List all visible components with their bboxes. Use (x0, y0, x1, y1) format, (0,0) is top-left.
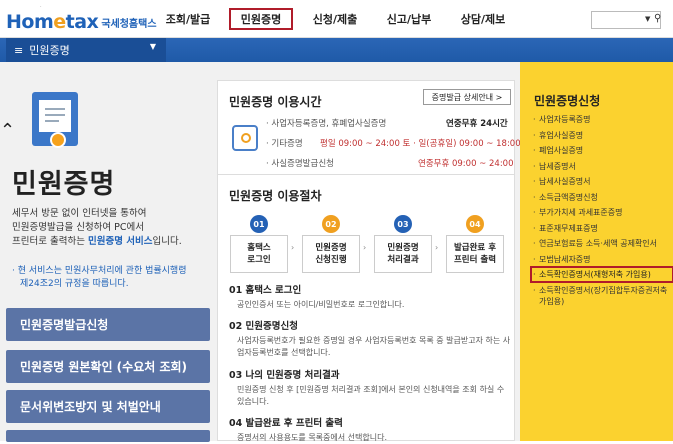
list-item-highlighted[interactable]: 소득확인증명서(재형저축 가입용) (530, 266, 673, 283)
hours-row-2-value: 평일 09:00 ~ 24:00 토 · 일(공휴일) 09:00 ~ 18:0… (320, 139, 521, 149)
list-item[interactable]: 연금보험료등 소득·세액 공제확인서 (533, 238, 671, 249)
procedure-section-4: 04 발급완료 후 프린터 출력 증명서의 사용용도를 목록중에서 선택합니다. (229, 418, 388, 442)
list-item[interactable]: 사업자등록증명 (533, 114, 671, 125)
menu-report-pay[interactable]: 신고/납부 (377, 8, 441, 30)
hours-card: 민원증명 이용시간 증명발급 상세안내 > · 사업자등록증명, 휴폐업사실증명… (217, 80, 521, 176)
breadcrumb-dropdown[interactable]: ≡ 민원증명 ▼ (6, 38, 166, 62)
left-panel: ⌃ 민원증명 세무서 방문 없이 인터넷을 통하여 민원증명발급을 신청하여 P… (0, 62, 212, 442)
hours-row-1-value: 연중무휴 24시간 (446, 119, 508, 129)
hours-row-2-label: · 기타증명 (266, 139, 303, 149)
procedure-title: 민원증명 이용절차 (229, 189, 322, 203)
forgery-prevention-button[interactable]: 문서위변조방지 및 처벌안내 (6, 390, 210, 423)
center-panel: 민원증명 이용시간 증명발급 상세안내 > · 사업자등록증명, 휴폐업사실증명… (212, 62, 521, 442)
certificate-apply-panel: 민원증명신청 사업자등록증명 휴업사실증명 폐업사실증명 납세증명서 납세사실증… (520, 62, 673, 441)
list-item[interactable]: 폐업사실증명 (533, 145, 671, 156)
arrow-right-icon: › (291, 243, 295, 252)
left-menu-item-partial[interactable] (6, 430, 210, 442)
arrow-right-icon: › (435, 243, 439, 252)
search-box[interactable]: ▼ ⚲ (591, 11, 661, 29)
top-header: · Hometax 국세청홈택스 조회/발급 민원증명 신청/제출 신고/납부 … (0, 0, 673, 38)
procedure-card: 민원증명 이용절차 01 홈택스 로그인 › 02 민원증명 신청진행 › 03… (217, 174, 516, 442)
step-4: 04 발급완료 후 프린터 출력 (446, 215, 504, 273)
step-3: 03 민원증명 처리결과 (374, 215, 432, 273)
list-item[interactable]: 표준재무제표증명 (533, 223, 671, 234)
hours-row-3-label: · 사실증명발급신청 (266, 159, 334, 169)
procedure-section-3: 03 나의 민원증명 처리결과 민원증명 신청 후 [민원증명 처리결과 조회]… (229, 370, 505, 406)
hours-title: 민원증명 이용시간 (229, 95, 322, 109)
logo-brand: Hometax (6, 11, 99, 33)
page-title: 민원증명 (12, 169, 116, 200)
procedure-section-1: 01 홈택스 로그인 공인인증서 또는 아이디/비밀번호로 로그인합니다. (229, 285, 405, 309)
breadcrumb-label: 민원증명 (29, 44, 70, 57)
arrow-right-icon: › (363, 243, 367, 252)
chevron-down-icon[interactable]: ▼ (645, 15, 650, 23)
menu-civil-certificate[interactable]: 민원증명 (229, 8, 293, 30)
list-item[interactable]: 납세사실증명서 (533, 176, 671, 187)
logo-tagline-mark: · (40, 4, 42, 10)
menu-lines-icon: ≡ (14, 43, 24, 57)
certificate-document-icon (32, 92, 78, 148)
menu-consult-report[interactable]: 상담/제보 (452, 8, 514, 30)
issue-detail-button[interactable]: 증명발급 상세안내 > (423, 89, 511, 105)
procedure-steps: 01 홈택스 로그인 › 02 민원증명 신청진행 › 03 민원증명 처리결과… (226, 215, 516, 275)
search-icon[interactable]: ⚲ (654, 13, 661, 24)
procedure-section-2: 02 민원증명신청 사업자등록번호가 필요한 증명일 경우 사업자등록번호 목록… (229, 321, 511, 357)
certificate-issue-apply-button[interactable]: 민원증명발급신청 (6, 308, 210, 341)
list-item[interactable]: 납세증명서 (533, 161, 671, 172)
certificate-list: 사업자등록증명 휴업사실증명 폐업사실증명 납세증명서 납세사실증명서 소득금액… (530, 114, 673, 311)
hours-row-3-value: 연중무휴 09:00 ~ 24:00 (418, 159, 514, 169)
step-1: 01 홈택스 로그인 (230, 215, 288, 273)
hours-row-1-label: · 사업자등록증명, 휴폐업사실증명 (266, 119, 387, 129)
list-item[interactable]: 소득금액증명신청 (533, 192, 671, 203)
mouse-pointer-icon: ⌃ (0, 120, 16, 141)
service-description: 세무서 방문 없이 인터넷을 통하여 민원증명발급을 신청하여 PC에서 프린터… (12, 208, 182, 247)
list-item[interactable]: 부가가치세 과세표준증명 (533, 207, 671, 218)
nav-bar: ≡ 민원증명 ▼ (0, 38, 673, 62)
menu-inquiry-issue[interactable]: 조회/발급 (158, 8, 218, 30)
clock-icon (232, 125, 258, 151)
list-item[interactable]: 모범납세자증명 (533, 254, 671, 265)
menu-apply-submit[interactable]: 신청/제출 (303, 8, 367, 30)
list-item[interactable]: 소득확인증명서(장기집합투자증권저축가입용) (533, 285, 671, 307)
logo-korean-name: 국세청홈택스 (101, 19, 157, 30)
step-2: 02 민원증명 신청진행 (302, 215, 360, 273)
hometax-logo[interactable]: · Hometax 국세청홈택스 (6, 4, 157, 33)
certificate-original-check-button[interactable]: 민원증명 원본확인 (수요처 조회) (6, 350, 210, 383)
chevron-down-icon[interactable]: ▼ (150, 42, 156, 51)
list-item[interactable]: 휴업사실증명 (533, 130, 671, 141)
legal-note: · 현 서비스는 민원사무처리에 관한 법률시행령 제24조2의 규정을 따릅니… (12, 266, 187, 289)
apply-panel-title: 민원증명신청 (534, 94, 601, 108)
